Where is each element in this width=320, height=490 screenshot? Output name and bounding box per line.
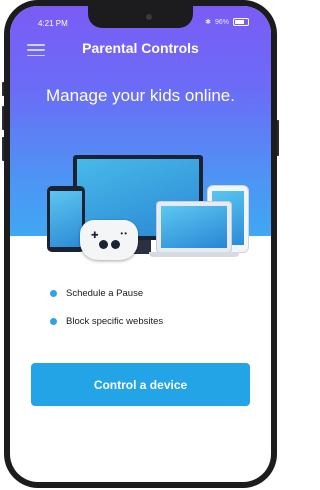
dpad-icon: ✚ xyxy=(91,230,99,240)
gamepad-illustration: ✚ •• xyxy=(80,220,138,260)
list-item: Schedule a Pause xyxy=(50,288,163,299)
notch xyxy=(88,6,193,28)
right-stick xyxy=(111,240,120,249)
bullet-icon xyxy=(50,290,57,297)
camera-dot xyxy=(146,14,152,20)
left-stick xyxy=(99,240,108,249)
status-time: 4:21 PM xyxy=(38,19,68,28)
list-item: Block specific websites xyxy=(50,316,163,327)
battery-percent: 96% xyxy=(214,18,229,26)
bullet-icon xyxy=(50,318,57,325)
laptop-illustration xyxy=(157,202,231,252)
hero-headline: Manage your kids online. xyxy=(45,86,235,105)
phone-frame: 4:21 PM ✱ 96% Parental Controls Manage y… xyxy=(4,0,277,488)
gamepad-buttons-icon: •• xyxy=(120,229,128,238)
app-screen: 4:21 PM ✱ 96% Parental Controls Manage y… xyxy=(10,6,271,482)
feature-label: Block specific websites xyxy=(66,316,164,327)
feature-label: Schedule a Pause xyxy=(66,288,144,299)
page-title: Parental Controls xyxy=(82,40,199,56)
battery-icon xyxy=(233,18,249,26)
bluetooth-icon: ✱ xyxy=(205,19,211,26)
control-device-button[interactable]: Control a device xyxy=(31,363,250,406)
feature-list: Schedule a Pause Block specific websites xyxy=(50,288,163,344)
laptop-base xyxy=(149,252,239,257)
status-icons: ✱ 96% xyxy=(205,18,249,26)
